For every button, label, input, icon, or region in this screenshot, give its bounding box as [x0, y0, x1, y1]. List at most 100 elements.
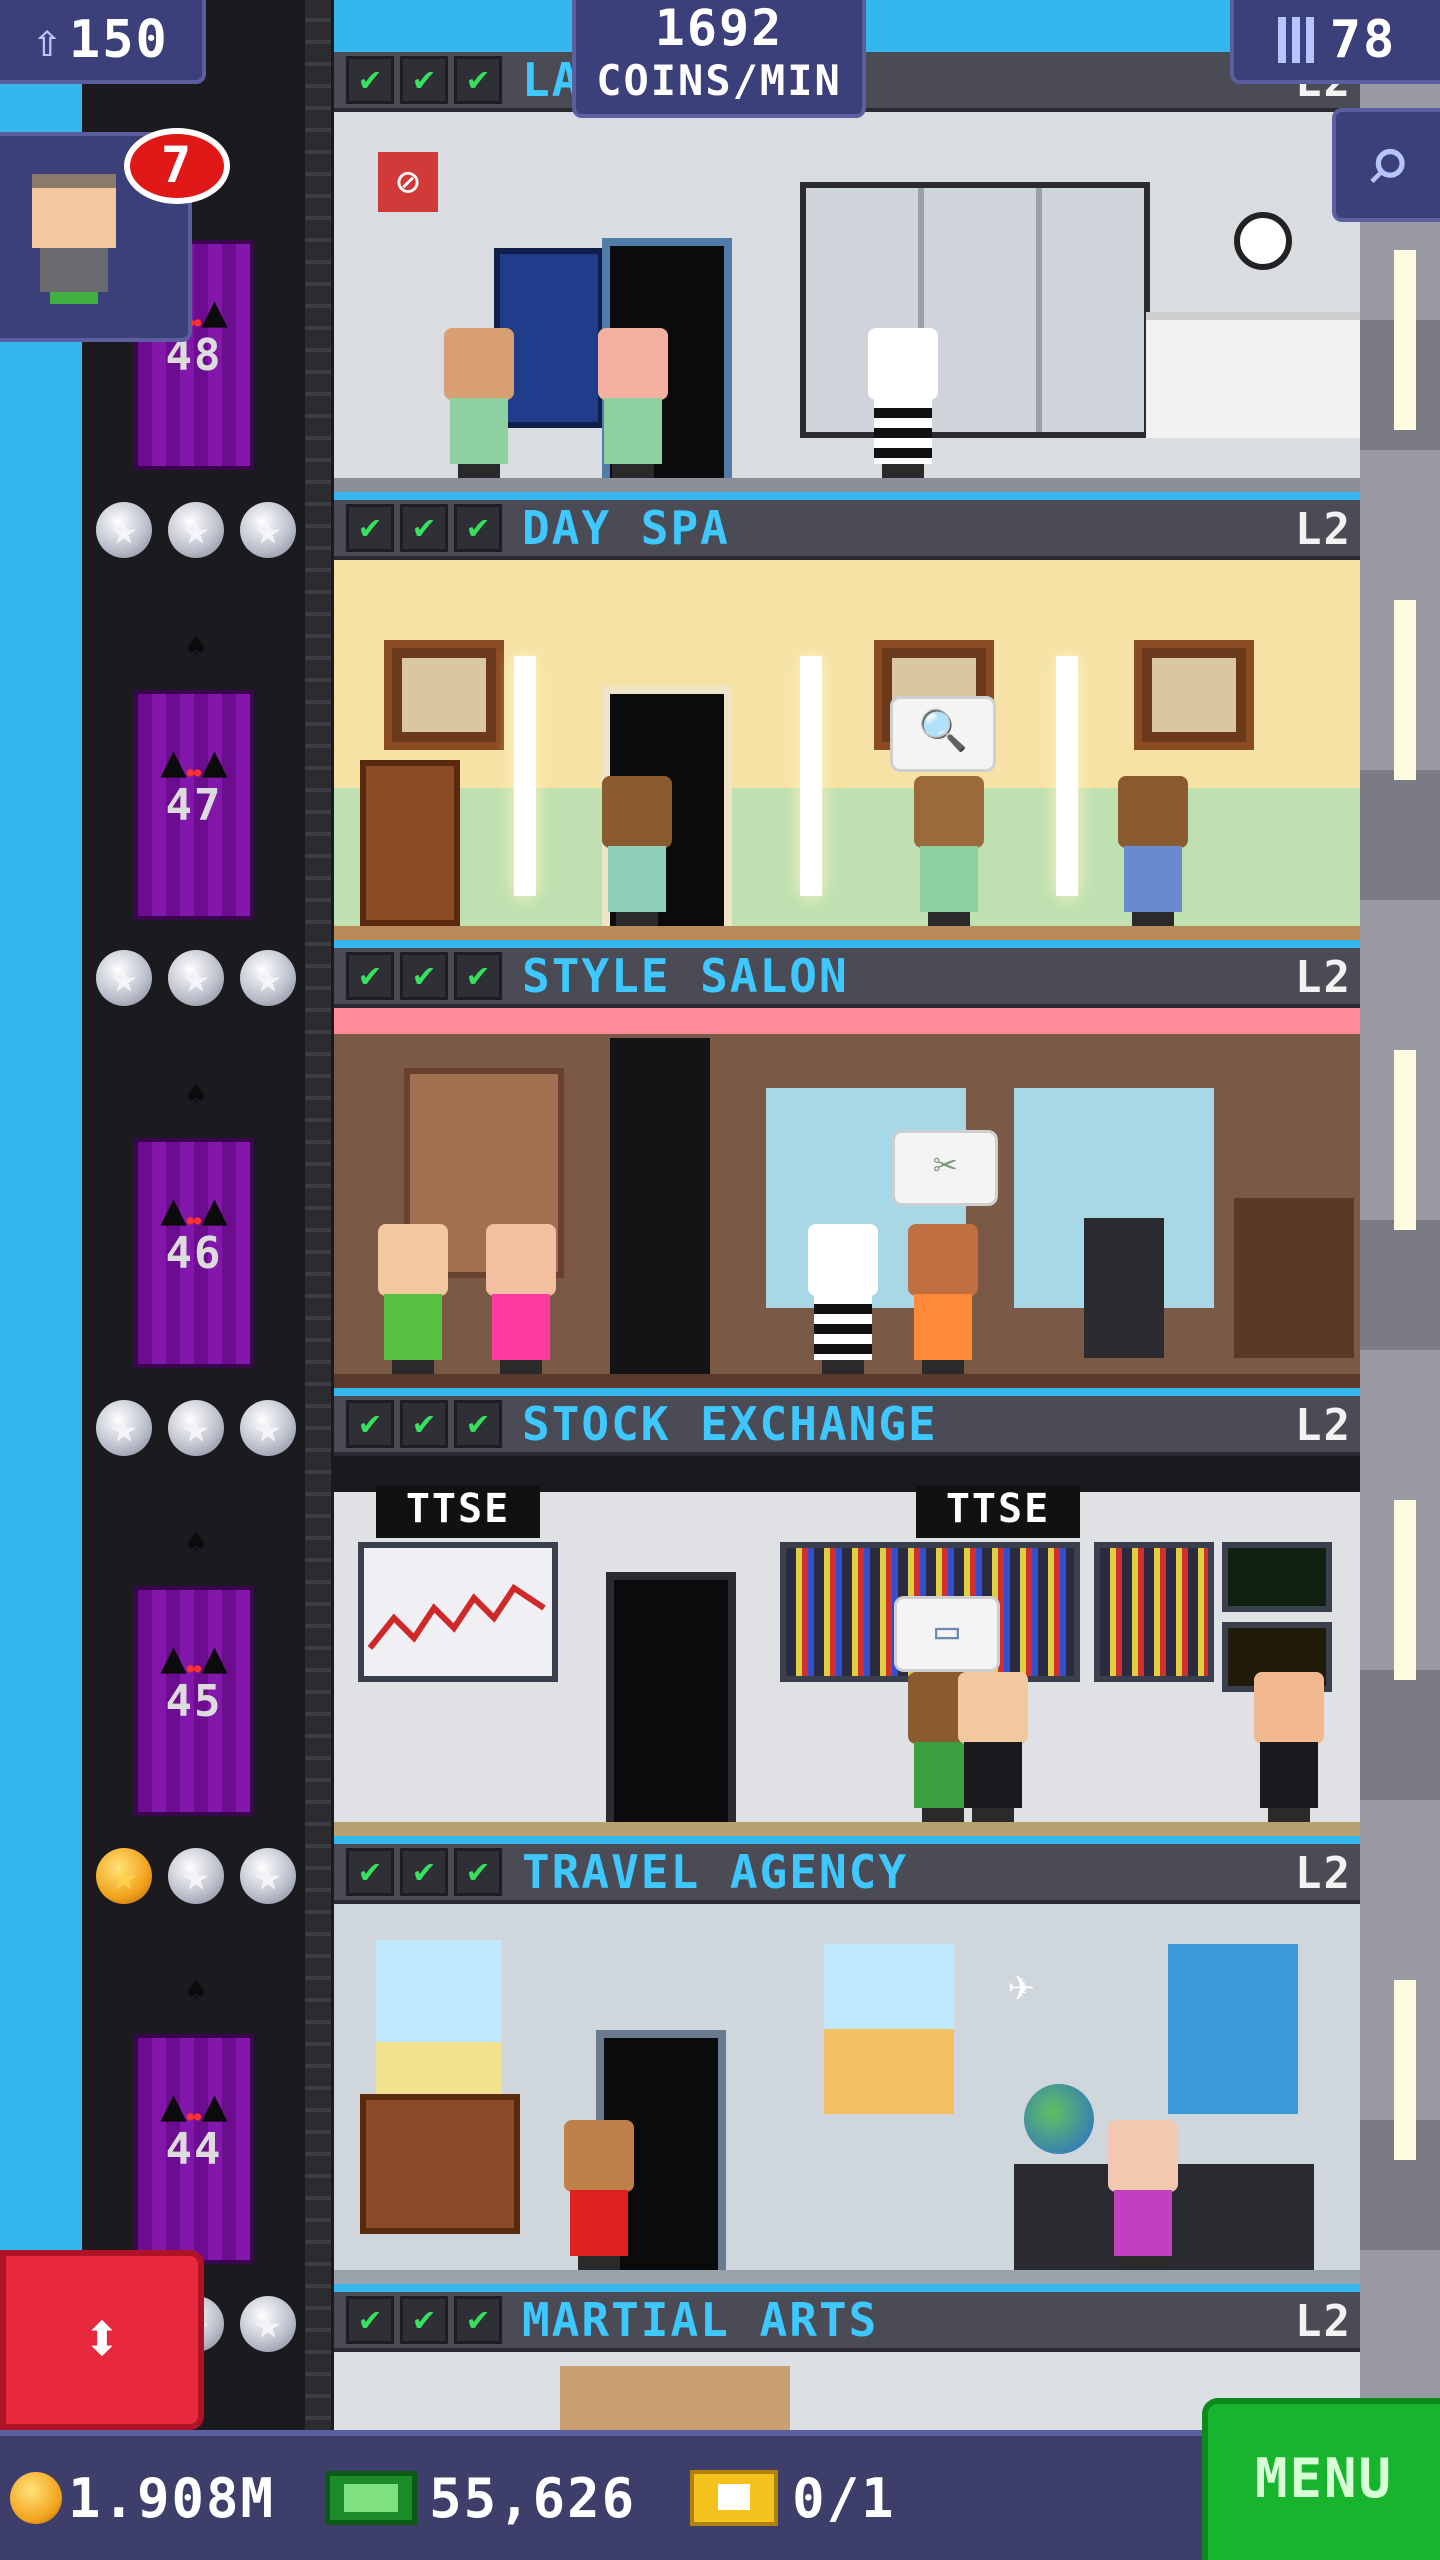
- elevator-button[interactable]: ⬍: [0, 2250, 204, 2430]
- floor-level: L2: [1295, 504, 1352, 555]
- floor-number: 46: [165, 1228, 223, 1279]
- check-icon: ✔: [346, 1400, 394, 1448]
- folding-table: [1146, 312, 1360, 438]
- person[interactable]: [560, 2120, 638, 2270]
- check-icon: ✔: [400, 2296, 448, 2344]
- ttse-sign: TTSE: [916, 1486, 1080, 1538]
- floor-stars: ★ ★ ★: [96, 502, 296, 558]
- room-floor: [334, 1822, 1360, 1836]
- room-floor: [334, 926, 1360, 940]
- check-icon: ✔: [454, 952, 502, 1000]
- menu-button[interactable]: MENU: [1202, 2398, 1440, 2560]
- population-value: 150: [68, 10, 169, 70]
- salon-chair: [1084, 1218, 1164, 1358]
- mime-person[interactable]: [864, 328, 942, 478]
- check-icon: ✔: [400, 1848, 448, 1896]
- coins-per-minute-value: 1692: [654, 0, 784, 57]
- check-icon: ✔: [454, 56, 502, 104]
- green-display: [1222, 1542, 1332, 1612]
- person[interactable]: [374, 1224, 452, 1374]
- floor-name: DAY SPA: [522, 501, 730, 555]
- floor-name: STYLE SALON: [522, 949, 849, 1003]
- speech-bubble-search-icon: 🔍: [890, 696, 996, 772]
- person-up-icon: ⇧: [33, 13, 63, 67]
- tickets-stat[interactable]: 0/1: [646, 2467, 896, 2530]
- shaft-marker-icon: ♠: [186, 1075, 206, 1113]
- floor-lamp: [514, 656, 536, 896]
- floor-travel-agency[interactable]: ✔ ✔ ✔ TRAVEL AGENCY L2 ✈: [334, 1844, 1360, 2284]
- speech-bubble-screen-icon: ▭: [894, 1596, 1000, 1672]
- mime-person[interactable]: [804, 1224, 882, 1374]
- magnifier-icon: ⌕: [1363, 118, 1413, 211]
- speech-bubble-scissors-icon: ✂: [892, 1130, 998, 1206]
- building-icon: [1277, 17, 1318, 63]
- silver-star-icon: ★: [240, 1400, 296, 1456]
- person[interactable]: [482, 1224, 560, 1374]
- globe-icon: [1024, 2084, 1094, 2154]
- silver-star-icon: ★: [168, 1848, 224, 1904]
- floor-label-bar: ✔ ✔ ✔ MARTIAL ARTS L2: [334, 2292, 1360, 2352]
- search-button[interactable]: ⌕: [1332, 108, 1440, 222]
- stock-chart-monitor: [358, 1542, 558, 1682]
- silver-star-icon: ★: [96, 950, 152, 1006]
- floor-level: L2: [1295, 1848, 1352, 1899]
- floor-checks: ✔ ✔ ✔: [346, 56, 502, 104]
- visitor-count-badge: 7: [124, 128, 230, 204]
- floor-label-bar: ✔ ✔ ✔ STYLE SALON L2: [334, 948, 1360, 1008]
- check-icon: ✔: [346, 504, 394, 552]
- floor-checks: ✔ ✔ ✔: [346, 1848, 502, 1896]
- bat-decoration-icon: ▲●●▲: [160, 1632, 228, 1683]
- floor-stars: ★ ★ ★: [96, 950, 296, 1006]
- tickets-value: 0/1: [792, 2466, 896, 2530]
- bux-value: 55,626: [429, 2466, 637, 2530]
- floor-day-spa[interactable]: ✔ ✔ ✔ DAY SPA L2 🔍: [334, 500, 1360, 940]
- desert-poster: [824, 1944, 954, 2114]
- check-icon: ✔: [400, 1400, 448, 1448]
- beach-poster: [376, 1940, 502, 2110]
- coins-stat[interactable]: 1.908M: [10, 2467, 275, 2530]
- floor-number: 44: [165, 2124, 223, 2175]
- pink-awning: [334, 1008, 1360, 1034]
- check-icon: ✔: [454, 2296, 502, 2344]
- person[interactable]: [910, 776, 988, 926]
- floor-laundromat[interactable]: ✔ ✔ ✔ LAUNDROMAT L2 ⊘: [334, 52, 1360, 492]
- floor-level: L2: [1295, 2296, 1352, 2347]
- silver-star-icon: ★: [240, 2296, 296, 2352]
- person[interactable]: [954, 1672, 1032, 1822]
- up-down-arrows-icon: ⬍: [80, 2297, 124, 2379]
- check-icon: ✔: [400, 56, 448, 104]
- silver-star-icon: ★: [96, 502, 152, 558]
- floor-number: 45: [165, 1676, 223, 1727]
- floor-stars: ★ ★ ★: [96, 1400, 296, 1456]
- wall-picture: [1134, 640, 1254, 750]
- room-floor: [334, 1374, 1360, 1388]
- dojo-sign: [560, 2366, 790, 2430]
- check-icon: ✔: [346, 1848, 394, 1896]
- person[interactable]: [598, 776, 676, 926]
- person[interactable]: [1114, 776, 1192, 926]
- person[interactable]: [440, 328, 518, 478]
- person[interactable]: [1104, 2120, 1182, 2270]
- check-icon: ✔: [346, 56, 394, 104]
- window-light: [1394, 600, 1416, 780]
- floor-stock-exchange[interactable]: ✔ ✔ ✔ STOCK EXCHANGE L2 TTSE TTSE ▭: [334, 1396, 1360, 1836]
- wall-picture: [384, 640, 504, 750]
- window-light: [1394, 1980, 1416, 2160]
- floor-name: MARTIAL ARTS: [522, 2293, 879, 2347]
- shaft-marker-icon: ♠: [186, 627, 206, 665]
- floor-label-bar: ✔ ✔ ✔ TRAVEL AGENCY L2: [334, 1844, 1360, 1904]
- check-icon: ✔: [346, 2296, 394, 2344]
- floor-level: L2: [1295, 952, 1352, 1003]
- floor-name: STOCK EXCHANGE: [522, 1397, 938, 1451]
- shaft-marker-icon: ♠: [186, 1971, 206, 2009]
- person[interactable]: [594, 328, 672, 478]
- bux-stat[interactable]: 55,626: [285, 2467, 636, 2530]
- person[interactable]: [904, 1224, 982, 1374]
- window-light: [1394, 250, 1416, 430]
- floor-style-salon[interactable]: ✔ ✔ ✔ STYLE SALON L2 ✂: [334, 948, 1360, 1388]
- floor-count-panel[interactable]: 78: [1230, 0, 1440, 84]
- ticker-board: [1094, 1542, 1214, 1682]
- coin-icon: [10, 2472, 62, 2524]
- person[interactable]: [1250, 1672, 1328, 1822]
- population-counter[interactable]: ⇧ 150: [0, 0, 206, 84]
